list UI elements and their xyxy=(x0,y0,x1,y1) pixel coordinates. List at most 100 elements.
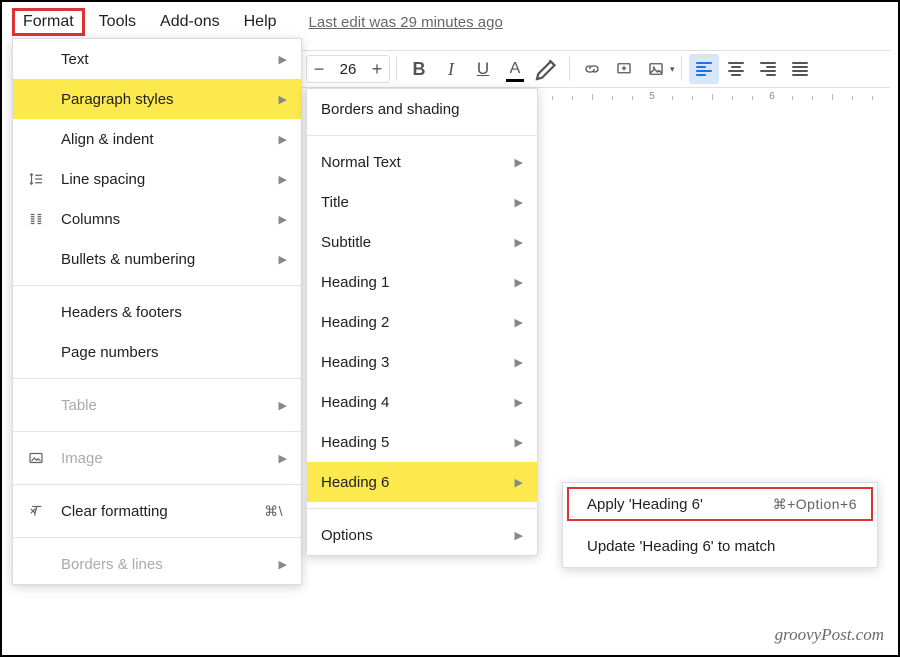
menu-item-clear-formatting[interactable]: Clear formatting ⌘\ xyxy=(13,491,301,531)
menu-item-heading-6[interactable]: Heading 6▶ xyxy=(307,462,537,502)
menu-item-image: Image▶ xyxy=(13,438,301,478)
menu-label: Table xyxy=(59,397,265,414)
menu-separator xyxy=(13,484,301,485)
comment-plus-icon xyxy=(615,60,633,78)
bold-button[interactable]: B xyxy=(404,54,434,84)
menu-item-heading-2[interactable]: Heading 2▶ xyxy=(307,302,537,342)
chevron-right-icon: ▶ xyxy=(515,529,523,542)
format-menu: Text▶ Paragraph styles▶ Align & indent▶ … xyxy=(12,38,302,585)
menu-label: Heading 5 xyxy=(321,434,501,451)
menu-separator xyxy=(13,537,301,538)
menu-shortcut: ⌘\ xyxy=(264,503,283,520)
underline-button[interactable]: U xyxy=(468,54,498,84)
menu-separator xyxy=(13,378,301,379)
menu-item-line-spacing[interactable]: Line spacing ▶ xyxy=(13,159,301,199)
menu-label: Subtitle xyxy=(321,234,501,251)
menu-shortcut: ⌘+Option+6 xyxy=(773,496,857,513)
image-icon xyxy=(27,449,59,467)
menu-label: Title xyxy=(321,194,501,211)
menu-help[interactable]: Help xyxy=(234,9,287,35)
align-center-icon xyxy=(728,62,744,76)
heading-6-submenu: Apply 'Heading 6' ⌘+Option+6 Update 'Hea… xyxy=(562,482,878,568)
menu-label: Update 'Heading 6' to match xyxy=(587,538,857,555)
chevron-right-icon: ▶ xyxy=(279,173,287,186)
menu-item-align-indent[interactable]: Align & indent ▶ xyxy=(13,119,301,159)
menu-label: Borders and shading xyxy=(321,101,519,118)
text-color-button[interactable]: A xyxy=(500,54,530,84)
menu-item-update-heading-6[interactable]: Update 'Heading 6' to match xyxy=(563,525,877,567)
chevron-right-icon: ▶ xyxy=(515,156,523,169)
highlighter-icon xyxy=(532,54,562,84)
menu-item-bullets-numbering[interactable]: Bullets & numbering ▶ xyxy=(13,239,301,279)
menu-label: Line spacing xyxy=(59,171,265,188)
chevron-right-icon: ▶ xyxy=(515,236,523,249)
menu-label: Page numbers xyxy=(59,344,283,361)
menu-label: Heading 3 xyxy=(321,354,501,371)
chevron-right-icon: ▶ xyxy=(515,196,523,209)
menu-item-subtitle[interactable]: Subtitle ▶ xyxy=(307,222,537,262)
chevron-right-icon: ▶ xyxy=(279,53,287,66)
menu-item-heading-1[interactable]: Heading 1 ▶ xyxy=(307,262,537,302)
menu-tools[interactable]: Tools xyxy=(89,9,146,35)
chevron-right-icon: ▶ xyxy=(279,93,287,106)
chevron-right-icon: ▶ xyxy=(515,476,523,489)
menu-item-heading-3[interactable]: Heading 3 ▶ xyxy=(307,342,537,382)
clear-format-icon xyxy=(27,502,59,520)
last-edit-status[interactable]: Last edit was 29 minutes ago xyxy=(309,14,503,31)
align-left-button[interactable] xyxy=(689,54,719,84)
watermark: groovyPost.com xyxy=(775,625,884,645)
align-right-button[interactable] xyxy=(753,54,783,84)
font-size-value[interactable]: 26 xyxy=(331,61,365,78)
font-size-stepper[interactable]: − 26 + xyxy=(306,55,390,83)
menu-label: Clear formatting xyxy=(59,503,264,520)
align-left-icon xyxy=(696,62,712,76)
menu-format[interactable]: Format xyxy=(12,8,85,36)
align-center-button[interactable] xyxy=(721,54,751,84)
menu-item-heading-4[interactable]: Heading 4▶ xyxy=(307,382,537,422)
menu-label: Heading 1 xyxy=(321,274,501,291)
menu-item-columns[interactable]: Columns▶ xyxy=(13,199,301,239)
menu-label: Align & indent xyxy=(59,131,265,148)
menu-item-normal-text[interactable]: Normal Text ▶ xyxy=(307,142,537,182)
menu-item-apply-heading-6[interactable]: Apply 'Heading 6' ⌘+Option+6 xyxy=(563,483,877,525)
menu-item-options[interactable]: Options▶ xyxy=(307,515,537,555)
font-size-increase[interactable]: + xyxy=(365,59,389,80)
insert-link-button[interactable] xyxy=(577,54,607,84)
line-spacing-icon xyxy=(27,170,59,188)
paragraph-styles-menu: Borders and shading Normal Text▶ Title▶ … xyxy=(306,88,538,556)
menu-label: Heading 2 xyxy=(321,314,501,331)
insert-image-button[interactable] xyxy=(641,54,671,84)
align-right-icon xyxy=(760,62,776,76)
chevron-right-icon: ▶ xyxy=(515,276,523,289)
chevron-right-icon: ▶ xyxy=(279,399,287,412)
menu-item-heading-5[interactable]: Heading 5▶ xyxy=(307,422,537,462)
highlight-button[interactable] xyxy=(532,54,562,84)
menu-item-text[interactable]: Text ▶ xyxy=(13,39,301,79)
menu-item-borders-shading[interactable]: Borders and shading xyxy=(307,89,537,129)
chevron-right-icon: ▶ xyxy=(279,253,287,266)
add-comment-button[interactable] xyxy=(609,54,639,84)
toolbar: − 26 + B I U A ▾ xyxy=(302,50,890,88)
menu-item-page-numbers[interactable]: Page numbers xyxy=(13,332,301,372)
menu-item-title[interactable]: Title ▶ xyxy=(307,182,537,222)
italic-button[interactable]: I xyxy=(436,54,466,84)
menu-label: Bullets & numbering xyxy=(59,251,265,268)
ruler-mark-6: 6 xyxy=(769,91,775,102)
menu-label: Normal Text xyxy=(321,154,501,171)
align-justify-button[interactable] xyxy=(785,54,815,84)
chevron-down-icon: ▾ xyxy=(670,64,675,75)
menu-label: Paragraph styles xyxy=(59,91,265,108)
font-size-decrease[interactable]: − xyxy=(307,59,331,80)
chevron-right-icon: ▶ xyxy=(279,452,287,465)
menu-separator xyxy=(13,431,301,432)
chevron-right-icon: ▶ xyxy=(515,356,523,369)
chevron-right-icon: ▶ xyxy=(279,133,287,146)
align-justify-icon xyxy=(792,62,808,76)
chevron-right-icon: ▶ xyxy=(515,396,523,409)
ruler-mark-5: 5 xyxy=(649,91,655,102)
menu-label: Text xyxy=(59,51,265,68)
menu-separator xyxy=(307,135,537,136)
menu-item-paragraph-styles[interactable]: Paragraph styles ▶ xyxy=(13,79,301,119)
menu-addons[interactable]: Add-ons xyxy=(150,9,230,35)
menu-item-headers-footers[interactable]: Headers & footers xyxy=(13,292,301,332)
